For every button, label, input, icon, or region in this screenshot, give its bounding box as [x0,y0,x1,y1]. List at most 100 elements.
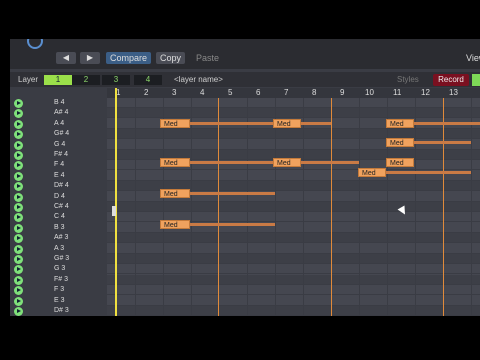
ruler-number: 8 [312,88,317,97]
key-label: F 4 [54,161,65,169]
note-block[interactable]: Med [273,119,301,128]
note-block[interactable]: Med [273,158,301,167]
key-row: F 4 [10,160,107,171]
play-icon[interactable] [14,255,23,264]
play-icon[interactable] [14,182,23,192]
bar-line [443,98,444,316]
layer-1-tab[interactable]: 1 [44,75,72,85]
key-row: B 3 [10,223,107,233]
key-row: A# 4 [10,108,107,119]
key-label: A# 3 [54,234,69,242]
note-block[interactable]: Med [386,119,414,128]
key-column: B 4 A# 4 A 4 G# 4 G 4 F# 4 F 4 E 4 D# 4 D 4 C# 4 C … [10,98,107,316]
layer-label: Layer [18,75,39,84]
key-row: G# 4 [10,129,107,140]
ruler-number: 12 [421,88,430,97]
play-icon[interactable] [14,223,23,233]
key-row: G 3 [10,264,107,275]
play-icon[interactable] [14,109,23,119]
key-row: D 4 [10,192,107,202]
play-icon[interactable] [14,99,23,108]
play-icon[interactable] [14,213,23,223]
play-icon[interactable] [14,234,23,244]
play-icon[interactable] [14,130,23,140]
layer-2-tab[interactable]: 2 [72,75,100,85]
play-icon[interactable] [14,244,23,254]
ruler-number: 9 [340,88,345,97]
ruler-number: 13 [449,88,458,97]
note-duration [301,122,331,125]
note-block[interactable]: Med [160,119,190,128]
note-grid[interactable]: Med Med Med Med Med Med Med Med Med Med [107,98,480,316]
playhead[interactable] [115,88,117,316]
key-label: G# 4 [54,130,70,138]
play-icon[interactable] [14,119,23,129]
key-row: A# 3 [10,233,107,244]
layer-bar: Layer 1 2 3 4 <layer name> Styles Record [10,72,480,87]
note-duration [414,141,471,144]
view-menu[interactable]: View [462,52,480,64]
key-row: C 4 [10,212,107,223]
paste-button[interactable]: Paste [192,52,223,64]
next-preset-button[interactable]: ▶ [80,52,100,64]
key-row: B 4 [10,98,107,108]
key-row: E 3 [10,296,107,306]
key-label: E 3 [54,296,65,304]
note-duration [190,223,275,226]
key-label: E 4 [54,171,65,179]
play-icon[interactable] [14,286,23,296]
ruler-number: 2 [144,88,149,97]
note-block[interactable]: Med [386,138,414,147]
play-icon[interactable] [14,296,23,306]
key-row: F# 3 [10,275,107,285]
compare-button[interactable]: Compare [106,52,152,64]
note-duration [190,122,275,125]
note-block[interactable]: Med [160,189,190,198]
key-row: F 3 [10,285,107,296]
play-icon[interactable] [14,192,23,202]
prev-preset-button[interactable]: ◀ [56,52,76,64]
note-duration [190,192,275,195]
power-icon[interactable] [27,39,43,49]
key-label: G 3 [54,265,66,273]
layer-name-field[interactable]: <layer name> [174,72,223,87]
play-icon[interactable] [14,140,23,150]
play-icon[interactable] [14,265,23,275]
note-block[interactable]: Med [386,158,414,167]
key-row: F# 4 [10,150,107,160]
key-label: F# 3 [54,275,69,283]
key-label: B 3 [54,223,65,231]
note-duration [190,161,275,164]
key-label: D# 3 [54,307,69,314]
note-block[interactable]: Med [160,220,190,229]
key-label: F# 4 [54,151,69,158]
key-row: A 3 [10,244,107,254]
layer-3-tab[interactable]: 3 [102,75,130,85]
ruler-number: 3 [172,88,177,97]
key-label: A# 4 [54,109,69,117]
note-duration [414,122,480,125]
note-block[interactable]: Med [358,168,386,177]
copy-button[interactable]: Copy [156,52,186,64]
record-button[interactable]: Record [433,74,469,86]
play-icon[interactable] [14,151,23,160]
key-label: D 4 [54,192,65,200]
play-icon[interactable] [14,275,23,285]
note-block[interactable]: Med [160,158,190,167]
key-label: G# 3 [54,255,70,262]
play-icon[interactable] [14,171,23,181]
key-label: A 4 [54,119,65,127]
ruler-number: 7 [284,88,289,97]
note-duration [301,161,359,164]
play-icon[interactable] [14,161,23,171]
key-label: A 3 [54,244,65,252]
layer-4-tab[interactable]: 4 [134,75,162,85]
playhead-handle[interactable] [112,206,116,216]
play-icon[interactable] [14,203,23,212]
play-icon[interactable] [14,307,23,316]
styles-button[interactable]: Styles [397,72,419,87]
step-sequencer-window: ◀ ▶ Compare Copy Paste View Layer 1 2 3 … [10,39,480,316]
ruler-number: 4 [200,88,205,97]
key-row: A 4 [10,119,107,129]
ruler-number: 6 [256,88,261,97]
